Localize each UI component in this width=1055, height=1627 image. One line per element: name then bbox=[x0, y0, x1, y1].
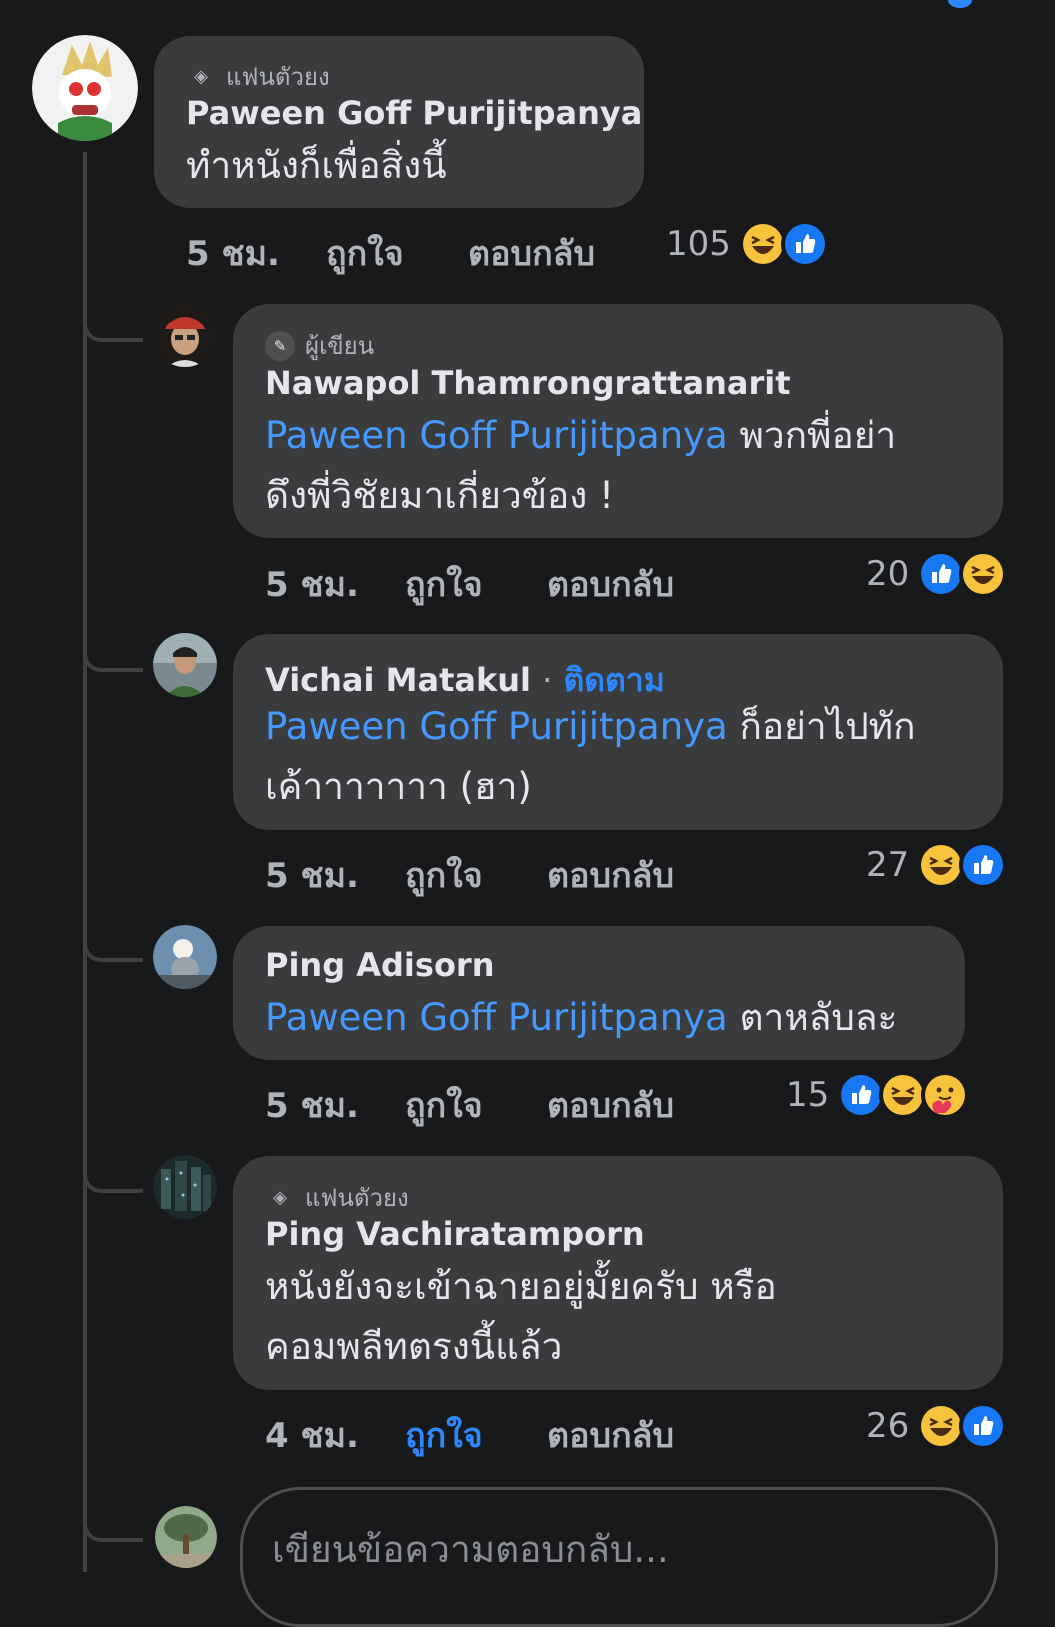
comment-text: Paween Goff Purijitpanya ก็อย่าไปทัก เค้… bbox=[265, 705, 916, 808]
like-icon bbox=[780, 220, 829, 268]
commenter-name[interactable]: Ping Adisorn bbox=[265, 946, 494, 984]
timestamp[interactable]: 5 ชม. bbox=[186, 226, 280, 280]
haha-icon bbox=[738, 220, 787, 268]
reaction-summary[interactable]: 15 bbox=[786, 1071, 970, 1119]
timestamp[interactable]: 4 ชม. bbox=[265, 1408, 359, 1462]
thread-connector bbox=[83, 302, 143, 342]
commenter-name[interactable]: Nawapol Thamrongrattanarit bbox=[265, 364, 791, 402]
avatar[interactable] bbox=[32, 35, 138, 141]
reply-button[interactable]: ตอบกลับ bbox=[468, 226, 595, 280]
comment-text: ทำหนังก็เพื่อสิ่งนี้ bbox=[186, 144, 447, 187]
comment-text: หนังยังจะเข้าฉายอยู่มั้ยครับ หรือ คอมพลี… bbox=[265, 1265, 777, 1368]
haha-icon bbox=[917, 841, 966, 889]
like-icon bbox=[837, 1071, 886, 1119]
reply-input-placeholder: เขียนข้อความตอบกลับ... bbox=[272, 1528, 669, 1571]
timestamp[interactable]: 5 ชม. bbox=[265, 848, 359, 902]
top-fan-badge: ◈ แฟนตัวยง bbox=[186, 57, 330, 96]
thread-connector bbox=[83, 1153, 143, 1193]
like-button[interactable]: ถูกใจ bbox=[405, 848, 483, 902]
comment-text: Paween Goff Purijitpanya ตาหลับละ bbox=[265, 996, 898, 1039]
reaction-summary[interactable]: 20 bbox=[866, 550, 1008, 598]
like-button[interactable]: ถูกใจ bbox=[405, 557, 483, 611]
follow-button[interactable]: ติดตาม bbox=[563, 661, 664, 699]
reaction-count: 26 bbox=[866, 1406, 910, 1446]
reply-button[interactable]: ตอบกลับ bbox=[547, 1078, 674, 1132]
reaction-count: 27 bbox=[866, 845, 910, 885]
like-button[interactable]: ถูกใจ bbox=[326, 226, 404, 280]
reply-button[interactable]: ตอบกลับ bbox=[547, 848, 674, 902]
avatar[interactable] bbox=[153, 1155, 217, 1219]
comment-text: Paween Goff Purijitpanya พวกพี่อย่า ดึงพ… bbox=[265, 414, 897, 517]
mention-link[interactable]: Paween Goff Purijitpanya bbox=[265, 705, 728, 748]
reaction-count: 20 bbox=[866, 554, 910, 594]
reply-button[interactable]: ตอบกลับ bbox=[547, 557, 674, 611]
mention-link[interactable]: Paween Goff Purijitpanya bbox=[265, 414, 728, 457]
reaction-summary[interactable]: 27 bbox=[866, 841, 1008, 889]
timestamp[interactable]: 5 ชม. bbox=[265, 557, 359, 611]
notification-dot bbox=[948, 0, 972, 8]
reply-button[interactable]: ตอบกลับ bbox=[547, 1408, 674, 1462]
author-badge: ✎ ผู้เขียน bbox=[265, 326, 374, 365]
top-fan-badge: ◈ แฟนตัวยง bbox=[265, 1178, 409, 1217]
diamond-icon: ◈ bbox=[194, 66, 208, 87]
like-icon bbox=[917, 550, 966, 598]
thread-line bbox=[83, 152, 87, 1572]
badge-label: แฟนตัวยง bbox=[305, 1184, 409, 1212]
reaction-summary[interactable]: 105 bbox=[666, 220, 829, 268]
like-icon bbox=[959, 1402, 1008, 1450]
diamond-icon: ◈ bbox=[273, 1187, 287, 1208]
thread-connector bbox=[83, 1502, 143, 1542]
mention-link[interactable]: Paween Goff Purijitpanya bbox=[265, 996, 728, 1039]
thread-connector bbox=[83, 632, 143, 672]
avatar[interactable] bbox=[153, 925, 217, 989]
user-avatar[interactable] bbox=[155, 1506, 217, 1568]
commenter-name[interactable]: Ping Vachiratamporn bbox=[265, 1215, 645, 1253]
haha-icon bbox=[917, 1402, 966, 1450]
avatar[interactable] bbox=[153, 303, 217, 367]
commenter-name-link[interactable]: Vichai Matakul bbox=[265, 661, 531, 699]
care-icon bbox=[921, 1071, 970, 1119]
badge-label: ผู้เขียน bbox=[305, 332, 375, 360]
thread-connector bbox=[83, 922, 143, 962]
pencil-icon: ✎ bbox=[265, 330, 295, 361]
reaction-count: 15 bbox=[786, 1075, 830, 1115]
reaction-summary[interactable]: 26 bbox=[866, 1402, 1008, 1450]
haha-icon bbox=[879, 1071, 928, 1119]
reaction-count: 105 bbox=[666, 224, 731, 264]
like-button[interactable]: ถูกใจ bbox=[405, 1408, 483, 1462]
haha-icon bbox=[959, 550, 1008, 598]
commenter-name[interactable]: Paween Goff Purijitpanya bbox=[186, 94, 642, 132]
like-icon bbox=[959, 841, 1008, 889]
timestamp[interactable]: 5 ชม. bbox=[265, 1078, 359, 1132]
like-button[interactable]: ถูกใจ bbox=[405, 1078, 483, 1132]
badge-label: แฟนตัวยง bbox=[226, 63, 330, 91]
avatar[interactable] bbox=[153, 633, 217, 697]
